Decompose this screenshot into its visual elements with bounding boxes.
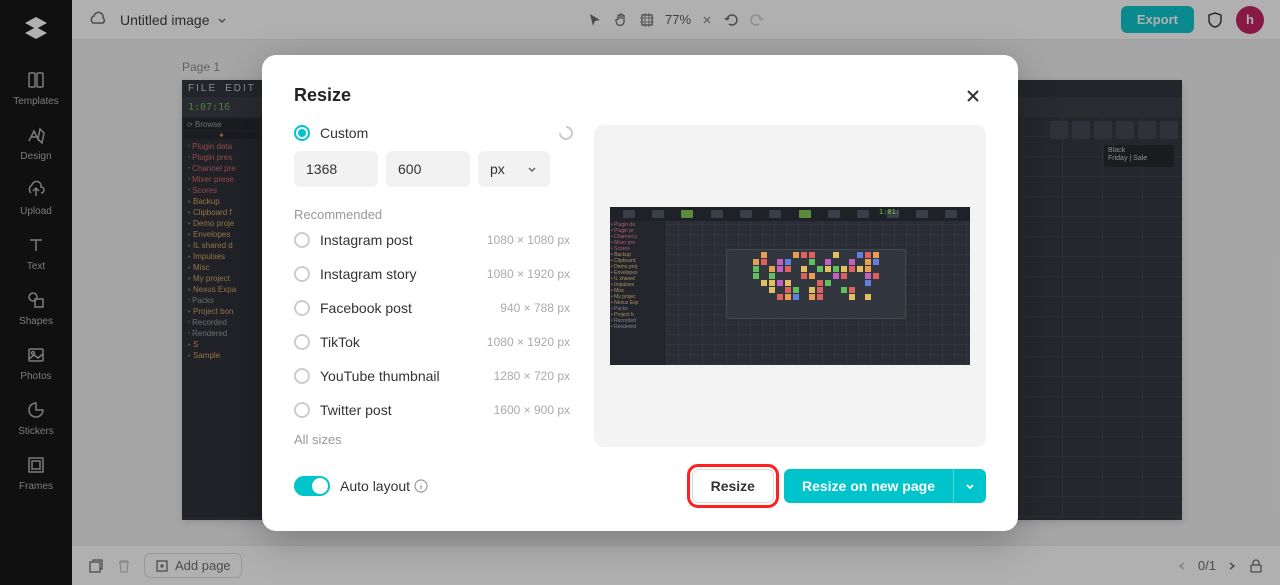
size-options-list: Instagram post 1080 × 1080 px Instagram st… (294, 232, 574, 418)
width-input[interactable] (294, 151, 378, 187)
size-option[interactable]: TikTok 1080 × 1920 px (294, 334, 570, 350)
preview-image: 1:01: • Plugin da• Plugin pr• Channel p•… (610, 207, 970, 365)
chevron-down-icon (964, 480, 976, 492)
size-option-name: Instagram story (320, 266, 416, 282)
close-button[interactable] (960, 83, 986, 109)
size-option[interactable]: Twitter post 1600 × 900 px (294, 402, 570, 418)
size-option-name: Instagram post (320, 232, 413, 248)
radio-icon (294, 334, 310, 350)
size-option[interactable]: YouTube thumbnail 1280 × 720 px (294, 368, 570, 384)
chevron-down-icon (526, 163, 538, 175)
auto-layout-label: Auto layout (340, 478, 410, 494)
preview-timecode: 1:01: (879, 208, 900, 216)
resize-modal: Resize Custom px (262, 55, 1018, 531)
size-option-dims: 940 × 788 px (500, 301, 570, 315)
custom-label: Custom (320, 125, 368, 141)
resize-dropdown-button[interactable] (953, 469, 986, 503)
modal-overlay[interactable]: Resize Custom px (0, 0, 1280, 585)
size-option-dims: 1080 × 1920 px (487, 267, 570, 281)
unit-label: px (490, 161, 505, 177)
resize-preview: 1:01: • Plugin da• Plugin pr• Channel p•… (594, 125, 986, 447)
unit-select[interactable]: px (478, 151, 550, 187)
auto-layout-toggle[interactable] (294, 476, 330, 496)
radio-icon (294, 300, 310, 316)
size-option-name: TikTok (320, 334, 360, 350)
size-option-name: Twitter post (320, 402, 392, 418)
all-sizes-label[interactable]: All sizes (294, 432, 574, 447)
size-option[interactable]: Facebook post 940 × 788 px (294, 300, 570, 316)
resize-new-page-button[interactable]: Resize on new page (784, 469, 953, 503)
loading-spinner-icon (558, 125, 574, 141)
custom-size-option[interactable]: Custom (294, 125, 368, 141)
size-option-dims: 1080 × 1080 px (487, 233, 570, 247)
radio-icon (294, 402, 310, 418)
radio-icon (294, 368, 310, 384)
size-option[interactable]: Instagram post 1080 × 1080 px (294, 232, 570, 248)
auto-layout-toggle-group: Auto layout (294, 476, 428, 496)
preview-pattern-window (726, 249, 906, 319)
radio-icon (294, 266, 310, 282)
resize-button[interactable]: Resize (692, 469, 774, 503)
size-option-dims: 1080 × 1920 px (487, 335, 570, 349)
close-icon (964, 87, 982, 105)
size-option-dims: 1280 × 720 px (494, 369, 570, 383)
preview-browser: • Plugin da• Plugin pr• Channel p• Mixer… (610, 221, 666, 365)
modal-title: Resize (294, 85, 351, 106)
radio-icon (294, 232, 310, 248)
size-option-dims: 1600 × 900 px (494, 403, 570, 417)
size-option-name: Facebook post (320, 300, 412, 316)
modal-left-column: Custom px Recommended Instagram post 1080… (294, 125, 574, 447)
radio-selected-icon (294, 125, 310, 141)
size-option-name: YouTube thumbnail (320, 368, 440, 384)
size-option[interactable]: Instagram story 1080 × 1920 px (294, 266, 570, 282)
recommended-header: Recommended (294, 207, 574, 222)
info-icon[interactable] (414, 479, 428, 493)
height-input[interactable] (386, 151, 470, 187)
